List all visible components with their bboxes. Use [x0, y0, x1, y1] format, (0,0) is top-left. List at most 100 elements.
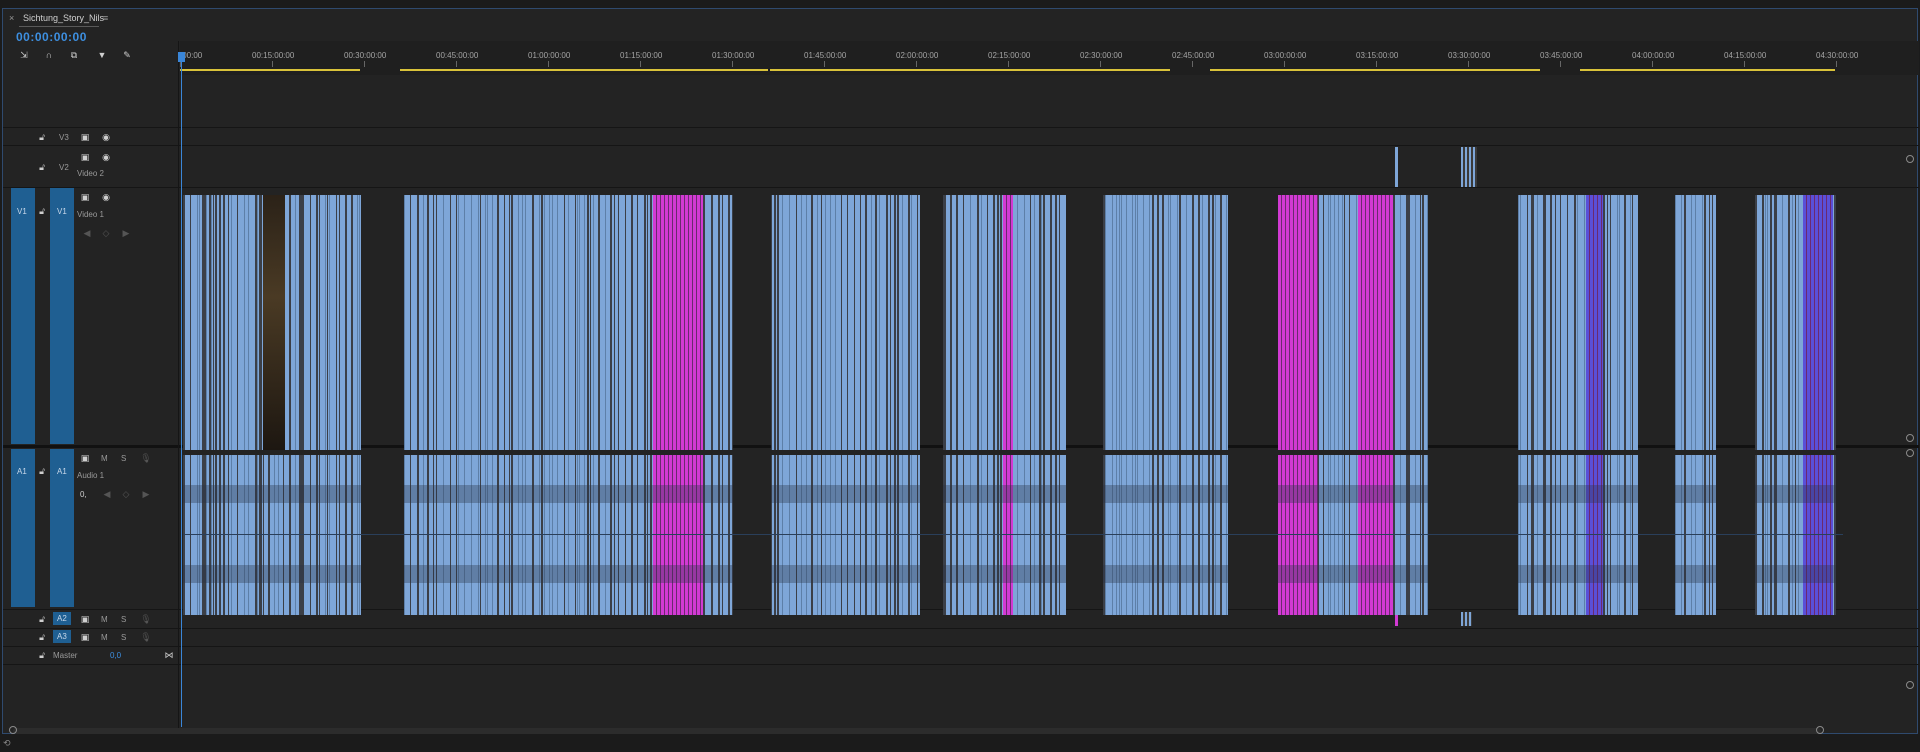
lock-icon[interactable]: 🔓︎: [36, 132, 48, 142]
scroll-zoom-handle-right[interactable]: [1816, 726, 1824, 734]
sync-lock-icon[interactable]: ▣: [79, 152, 91, 162]
voiceover-mic-icon[interactable]: 🎙︎: [140, 614, 152, 624]
mute-button[interactable]: M: [101, 615, 108, 624]
video1-track-clips[interactable]: [183, 195, 1843, 450]
clip-edit-line: [1041, 195, 1042, 450]
sync-lock-icon[interactable]: ▣: [79, 614, 91, 624]
master-volume-value[interactable]: 0,0: [110, 651, 121, 660]
clip-group[interactable]: [1675, 455, 1716, 615]
clip-edit-line: [1630, 195, 1631, 450]
clip-group[interactable]: [771, 455, 920, 615]
clip-group[interactable]: [1518, 455, 1638, 615]
lock-icon[interactable]: 🔓︎: [36, 466, 48, 476]
track-label-v3[interactable]: V3: [59, 133, 69, 142]
clip-group[interactable]: [1518, 195, 1638, 450]
vertical-scroll-handle[interactable]: [1906, 155, 1914, 163]
clip-group[interactable]: [1278, 195, 1428, 450]
clip-group[interactable]: [1103, 195, 1228, 450]
clip-edit-line: [404, 195, 405, 450]
divider: [3, 664, 1919, 665]
clip-edit-line: [1765, 195, 1766, 450]
linked-selection-icon[interactable]: ⧉: [68, 50, 80, 60]
lock-icon[interactable]: 🔓︎: [36, 162, 48, 172]
clip-group[interactable]: [404, 455, 733, 615]
eye-icon[interactable]: ◉: [100, 132, 112, 142]
track-target-v1[interactable]: [50, 188, 74, 444]
source-patch-v1[interactable]: [11, 188, 35, 444]
clip-group[interactable]: [943, 195, 1066, 450]
volume-value[interactable]: 0,: [80, 490, 87, 499]
ruler-tick: [1192, 61, 1193, 67]
colored-clip[interactable]: [1358, 195, 1393, 450]
sync-lock-icon[interactable]: ▣: [79, 632, 91, 642]
clip-group[interactable]: [1675, 195, 1716, 450]
snap-icon[interactable]: ∩: [43, 50, 55, 60]
status-icon[interactable]: ⟲: [3, 738, 11, 749]
clip-group[interactable]: [1278, 455, 1428, 615]
clip-group[interactable]: [404, 195, 733, 450]
ruler-tick-label: 01:45:00:00: [804, 51, 847, 60]
mute-button[interactable]: M: [101, 633, 108, 642]
solo-button[interactable]: S: [121, 454, 126, 463]
vertical-scroll-handle[interactable]: [1906, 681, 1914, 689]
eye-icon[interactable]: ◉: [100, 152, 112, 162]
next-keyframe-icon[interactable]: ▶: [140, 489, 152, 499]
solo-button[interactable]: S: [121, 633, 126, 642]
vertical-scroll-handle[interactable]: [1906, 434, 1914, 442]
playhead-timecode[interactable]: 00:00:00:00: [16, 30, 87, 44]
next-keyframe-icon[interactable]: ▶: [120, 228, 132, 238]
add-keyframe-icon[interactable]: ◇: [100, 228, 112, 238]
track-label-v2[interactable]: V2: [59, 163, 69, 172]
horizontal-scrollbar[interactable]: [13, 728, 1821, 734]
sync-lock-icon[interactable]: ▣: [79, 453, 91, 463]
colored-clip[interactable]: [1803, 195, 1833, 450]
clip-group[interactable]: [1755, 195, 1836, 450]
sequence-tab-title[interactable]: Sichtung_Story_Nils: [23, 13, 104, 23]
playhead-handle[interactable]: [178, 52, 185, 62]
audio1-track-clips[interactable]: [183, 455, 1843, 615]
mute-button[interactable]: M: [101, 454, 108, 463]
lock-icon[interactable]: 🔓︎: [36, 206, 48, 216]
colored-clip[interactable]: [653, 195, 703, 450]
eye-icon[interactable]: ◉: [100, 192, 112, 202]
clip-v2[interactable]: [1395, 147, 1398, 187]
clip-v2[interactable]: [1461, 147, 1477, 187]
voiceover-mic-icon[interactable]: 🎙︎: [140, 632, 152, 642]
prev-keyframe-icon[interactable]: ◀: [101, 489, 113, 499]
go-to-end-icon[interactable]: ⋈: [163, 650, 175, 660]
ruler-tick-label: 04:30:00:00: [1816, 51, 1859, 60]
clip-group[interactable]: [1755, 455, 1836, 615]
voiceover-mic-icon[interactable]: 🎙︎: [140, 453, 152, 463]
colored-clip[interactable]: [1003, 195, 1013, 450]
add-keyframe-icon[interactable]: ◇: [120, 489, 132, 499]
prev-keyframe-icon[interactable]: ◀: [81, 228, 93, 238]
clip-edit-line: [1338, 195, 1339, 450]
clip-edit-line: [1318, 195, 1319, 450]
clip-edit-line: [289, 195, 291, 450]
work-area-bar[interactable]: [180, 69, 1919, 71]
settings-wrench-icon[interactable]: ✎: [121, 50, 133, 60]
playhead-line[interactable]: [181, 59, 182, 727]
insert-overwrite-icon[interactable]: ⇲: [18, 50, 30, 60]
lock-icon[interactable]: 🔓︎: [36, 650, 48, 660]
clip-group[interactable]: [771, 195, 920, 450]
clip-group[interactable]: [1103, 455, 1228, 615]
add-marker-icon[interactable]: ▼: [96, 50, 108, 60]
colored-clip[interactable]: [1278, 195, 1318, 450]
clip-group[interactable]: [183, 455, 361, 615]
close-tab-icon[interactable]: ×: [9, 13, 14, 23]
panel-menu-icon[interactable]: ≡: [103, 13, 108, 23]
sync-lock-icon[interactable]: ▣: [79, 192, 91, 202]
clip-group[interactable]: [943, 455, 1066, 615]
colored-clip[interactable]: [1586, 195, 1603, 450]
clip-edit-line: [1356, 195, 1357, 450]
scroll-zoom-handle-left[interactable]: [9, 726, 17, 734]
solo-button[interactable]: S: [121, 615, 126, 624]
lock-icon[interactable]: 🔓︎: [36, 614, 48, 624]
lock-icon[interactable]: 🔓︎: [36, 632, 48, 642]
clip-edit-line: [213, 195, 214, 450]
vertical-scroll-handle[interactable]: [1906, 449, 1914, 457]
sync-lock-icon[interactable]: ▣: [79, 132, 91, 142]
clip-edit-line: [1520, 195, 1521, 450]
clip-thumbnail[interactable]: [263, 195, 285, 450]
